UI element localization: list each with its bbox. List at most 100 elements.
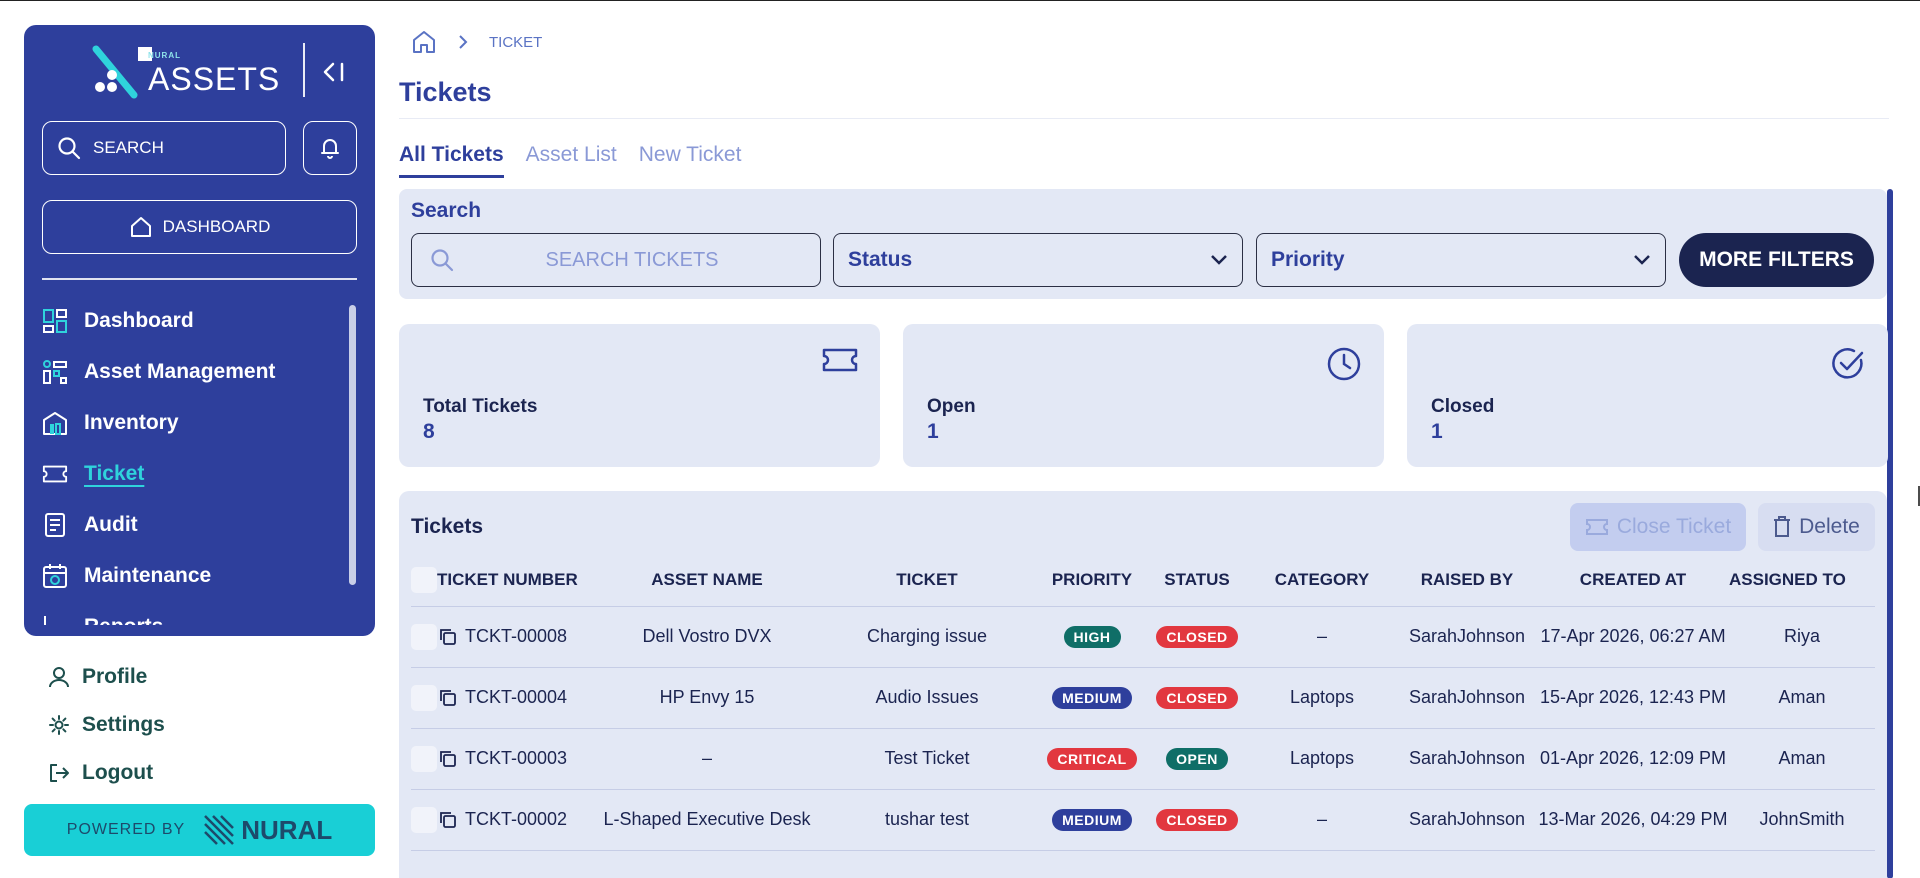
- ticket-search-input[interactable]: [472, 248, 792, 272]
- maintenance-icon: [42, 563, 68, 589]
- filter-panel: Search Status Priority MORE FILTERS: [399, 189, 1887, 299]
- asset-name: Dell Vostro DVX: [597, 606, 817, 668]
- assigned-to: Aman: [1729, 728, 1875, 790]
- category: –: [1247, 789, 1397, 851]
- powered-brand: NURAL: [203, 814, 332, 846]
- profile-link[interactable]: Profile: [48, 653, 165, 701]
- sidebar-item-ticket[interactable]: Ticket: [42, 448, 332, 499]
- priority-select[interactable]: Priority: [1256, 233, 1666, 287]
- column-header-created-at[interactable]: CREATED AT: [1537, 555, 1729, 607]
- column-header-category[interactable]: CATEGORY: [1247, 555, 1397, 607]
- category: Laptops: [1247, 728, 1397, 790]
- status-badge: CLOSED: [1156, 625, 1238, 648]
- sidebar: NURAL ASSETS SEARCH DASHBOARD Dashboard …: [24, 25, 375, 636]
- stat-value: 1: [927, 420, 939, 443]
- clock-icon: [1327, 347, 1361, 381]
- stat-label: Closed: [1431, 396, 1495, 417]
- logout-icon: [50, 764, 69, 782]
- ticket-icon: [822, 348, 858, 372]
- tab-asset-list[interactable]: Asset List: [526, 143, 617, 178]
- logo-text: ASSETS: [148, 61, 281, 97]
- main-scrollbar[interactable]: [1887, 189, 1893, 878]
- notifications-button[interactable]: [303, 121, 357, 175]
- copy-icon[interactable]: [439, 628, 457, 646]
- sidebar-item-asset-management[interactable]: Asset Management: [42, 346, 332, 397]
- sidebar-item-inventory[interactable]: Inventory: [42, 397, 332, 448]
- created-at: 17-Apr 2026, 06:27 AM: [1537, 606, 1729, 668]
- column-header-asset-name[interactable]: ASSET NAME: [597, 555, 817, 607]
- sidebar-item-maintenance[interactable]: Maintenance: [42, 550, 332, 601]
- sidebar-item-audit[interactable]: Audit: [42, 499, 332, 550]
- ticket-title: Audio Issues: [817, 667, 1037, 729]
- close-ticket-button[interactable]: Close Ticket: [1570, 503, 1746, 551]
- tab-new-ticket[interactable]: New Ticket: [639, 143, 742, 178]
- sidebar-item-reports[interactable]: Reports: [42, 601, 332, 625]
- sidebar-search-button[interactable]: SEARCH: [42, 121, 286, 175]
- breadcrumb: TICKET: [411, 29, 542, 55]
- settings-link[interactable]: Settings: [48, 701, 165, 749]
- column-header-ticket[interactable]: TICKET: [817, 555, 1037, 607]
- table-row[interactable]: TCKT-00004 HP Envy 15 Audio Issues MEDIU…: [411, 667, 1875, 729]
- collapse-sidebar-button[interactable]: [314, 55, 354, 89]
- select-all-checkbox[interactable]: [411, 567, 437, 594]
- breadcrumb-current: TICKET: [489, 33, 543, 51]
- row-checkbox[interactable]: [411, 745, 437, 772]
- created-at: 13-Mar 2026, 04:29 PM: [1537, 789, 1729, 851]
- row-checkbox[interactable]: [411, 684, 437, 711]
- search-icon: [412, 248, 472, 272]
- ticket-number: TCKT-00003: [465, 748, 568, 768]
- status-select-value: Status: [848, 248, 913, 271]
- column-header-assigned-to[interactable]: ASSIGNED TO: [1729, 555, 1875, 607]
- assigned-to: JohnSmith: [1729, 789, 1875, 851]
- table-row[interactable]: TCKT-00003 – Test Ticket CRITICAL OPEN L…: [411, 728, 1875, 790]
- row-checkbox[interactable]: [411, 806, 437, 833]
- priority-badge: HIGH: [1063, 625, 1121, 648]
- sidebar-search-label: SEARCH: [93, 138, 164, 157]
- dashboard-button-label: DASHBOARD: [162, 217, 271, 236]
- powered-by-text: POWERED BY: [66, 821, 186, 838]
- stat-card-open: Open 1: [903, 324, 1384, 467]
- table-row[interactable]: TCKT-00008 Dell Vostro DVX Charging issu…: [411, 606, 1875, 668]
- priority-badge: MEDIUM: [1052, 686, 1132, 709]
- tab-all-tickets[interactable]: All Tickets: [399, 143, 504, 178]
- delete-label: Delete: [1799, 515, 1860, 538]
- category: Laptops: [1247, 667, 1397, 729]
- inventory-icon: [42, 410, 68, 436]
- status-badge: CLOSED: [1156, 686, 1238, 709]
- page-title: Tickets: [399, 77, 492, 107]
- sidebar-item-label: Dashboard: [84, 308, 194, 332]
- status-select[interactable]: Status: [833, 233, 1243, 287]
- ticket-number: TCKT-00004: [465, 687, 568, 707]
- dashboard-button[interactable]: DASHBOARD: [42, 200, 357, 254]
- table-row[interactable]: TCKT-00002 L-Shaped Executive Desk tusha…: [411, 789, 1875, 851]
- column-header-priority[interactable]: PRIORITY: [1037, 555, 1147, 607]
- home-icon[interactable]: [411, 29, 437, 55]
- row-checkbox[interactable]: [411, 623, 437, 650]
- column-header-status[interactable]: STATUS: [1147, 555, 1247, 607]
- delete-button[interactable]: Delete: [1758, 503, 1875, 551]
- sidebar-bottom-links: Profile Settings Logout: [48, 653, 165, 797]
- sidebar-item-label: Reports: [84, 615, 163, 626]
- copy-icon[interactable]: [439, 811, 457, 829]
- powered-brand-text: NURAL: [241, 814, 333, 845]
- tickets-panel-title: Tickets: [411, 515, 483, 538]
- ticket-search-box: [411, 233, 821, 287]
- sidebar-divider: [42, 278, 357, 280]
- more-filters-button[interactable]: MORE FILTERS: [1679, 233, 1874, 287]
- ticket-icon: [1585, 519, 1608, 535]
- logout-link[interactable]: Logout: [48, 749, 165, 797]
- column-header-raised-by[interactable]: RAISED BY: [1397, 555, 1537, 607]
- copy-icon[interactable]: [439, 689, 457, 707]
- sidebar-nav: Dashboard Asset Management Inventory Tic…: [42, 295, 332, 625]
- priority-select-value: Priority: [1271, 248, 1345, 271]
- column-header-ticket-number[interactable]: TICKET NUMBER: [437, 555, 597, 607]
- ticket-number: TCKT-00002: [465, 809, 568, 829]
- filter-label: Search: [411, 199, 482, 222]
- table-header-row: TICKET NUMBER ASSET NAME TICKET PRIORITY…: [411, 555, 1875, 607]
- sidebar-item-dashboard[interactable]: Dashboard: [42, 295, 332, 346]
- sidebar-scrollbar[interactable]: [349, 305, 356, 585]
- copy-icon[interactable]: [439, 750, 457, 768]
- assigned-to: Aman: [1729, 667, 1875, 729]
- stat-value: 8: [423, 420, 435, 443]
- stat-value: 1: [1431, 420, 1443, 443]
